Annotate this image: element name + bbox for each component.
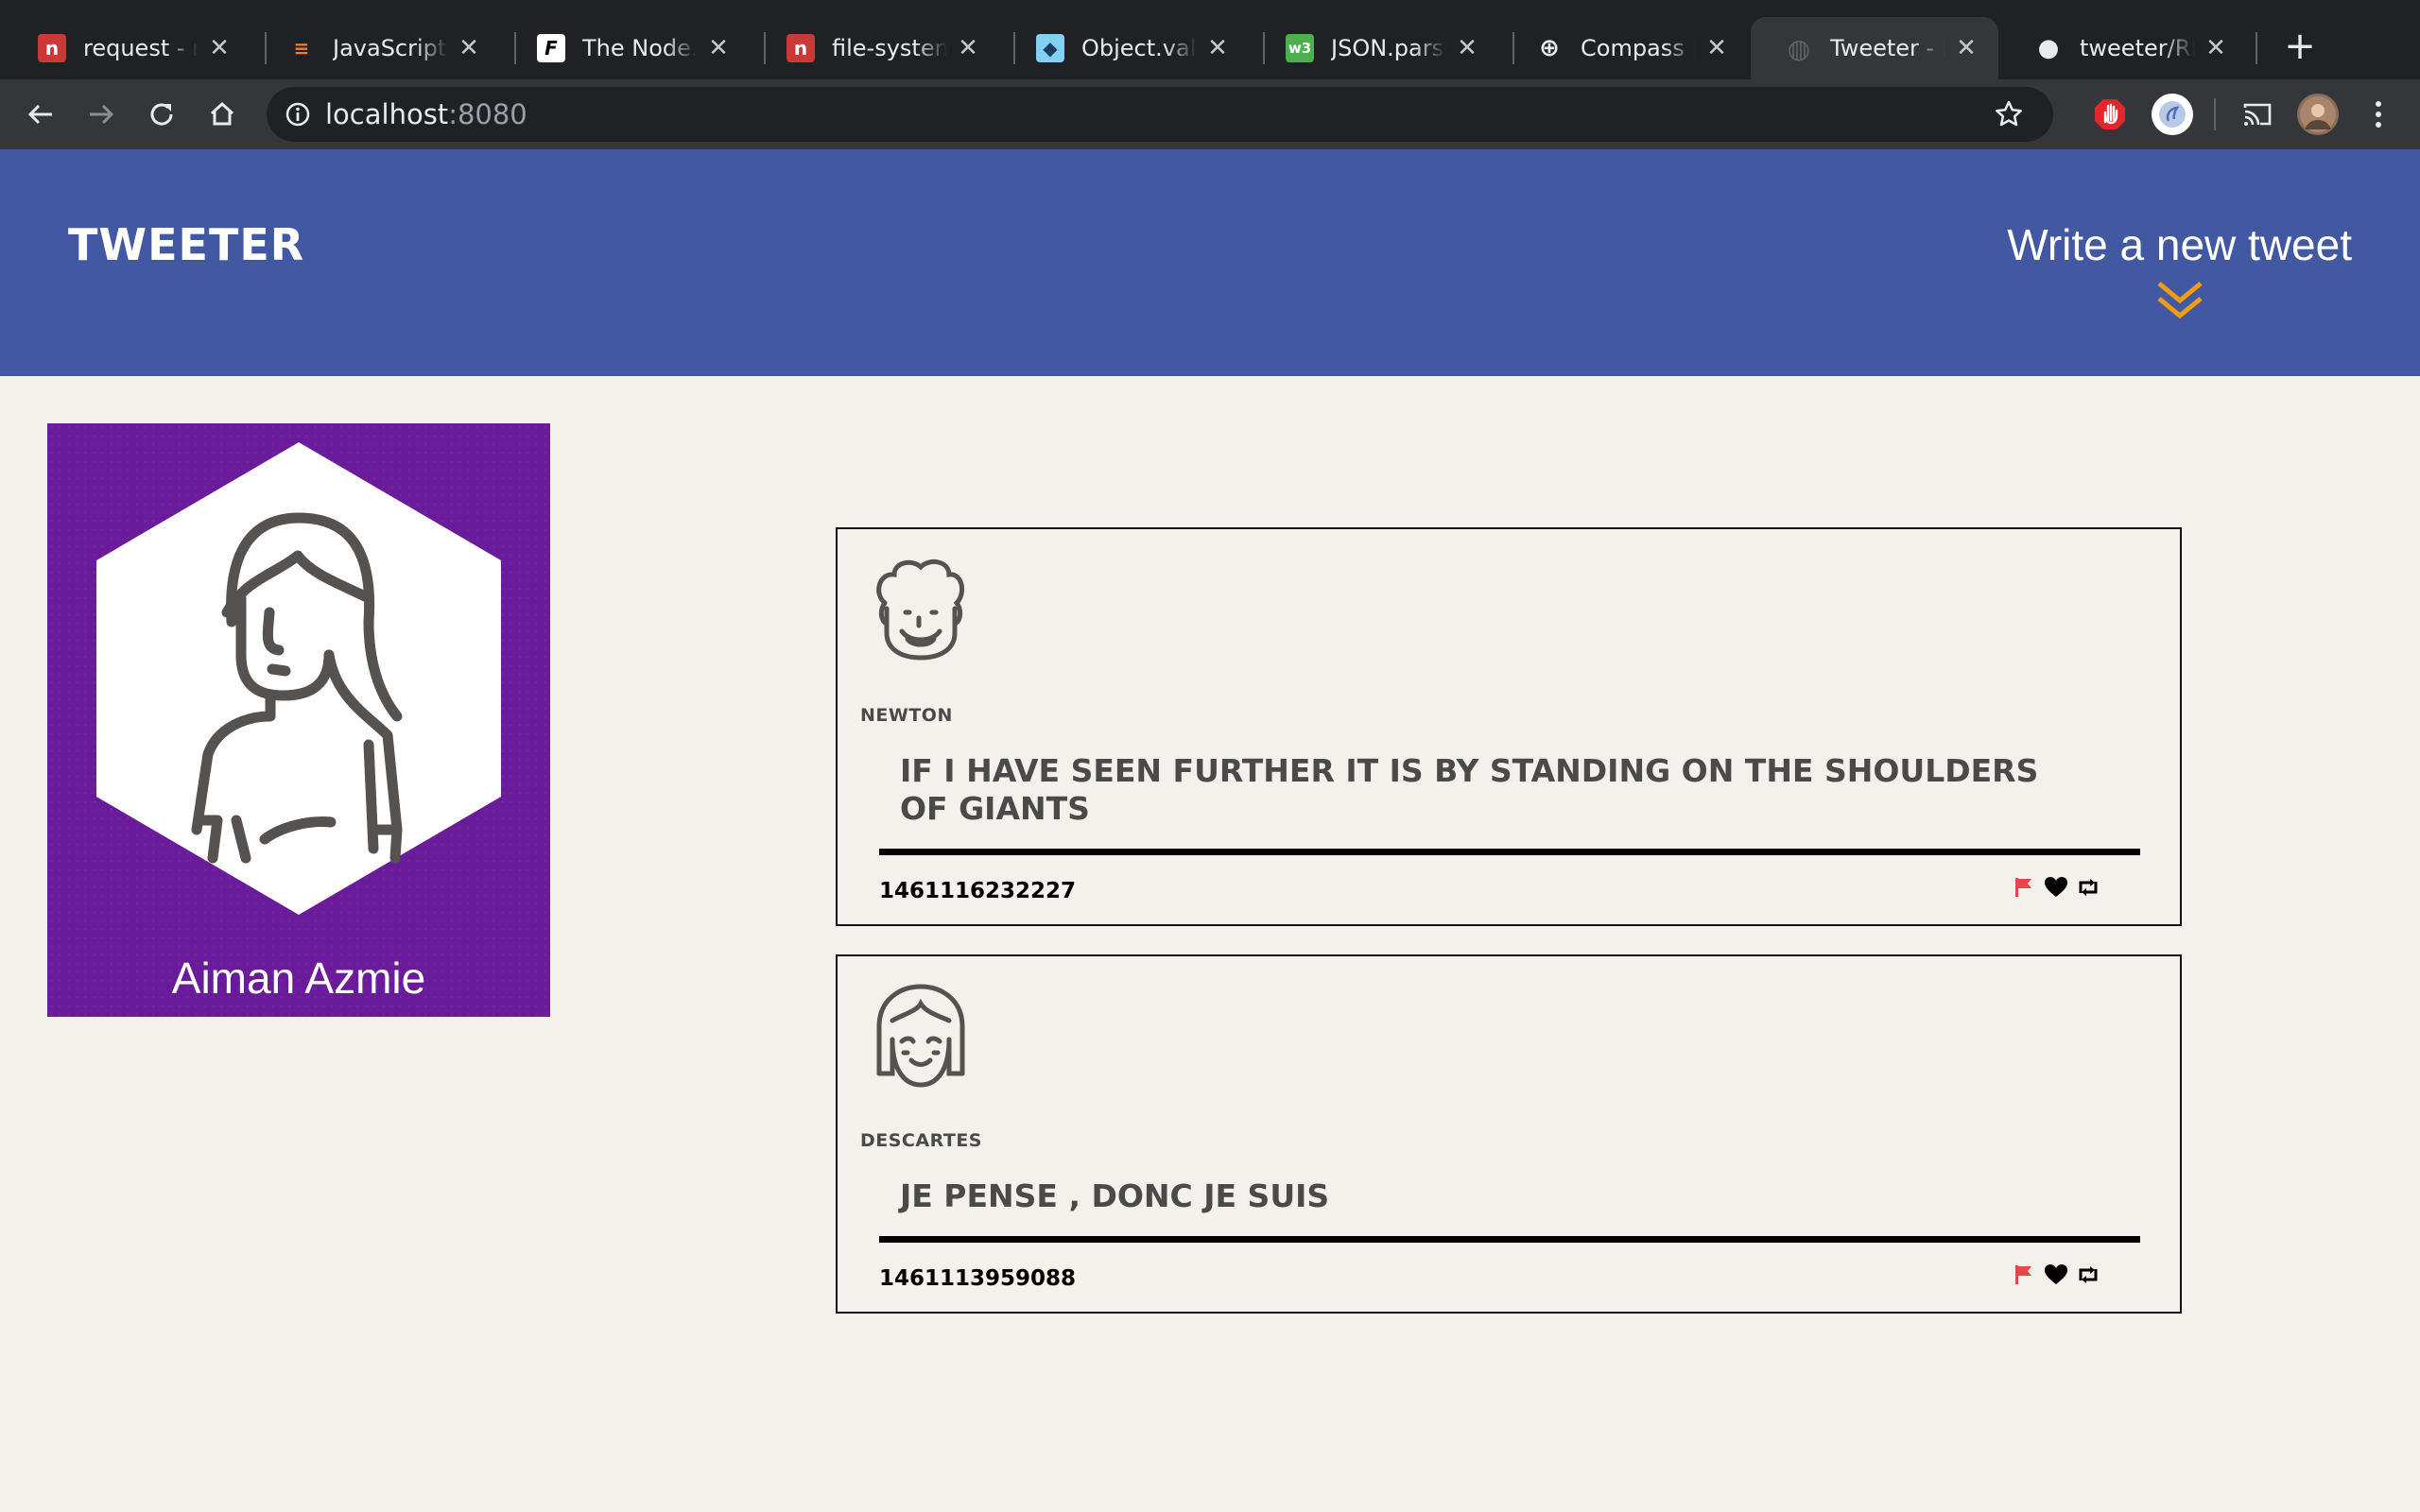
retweet-icon <box>2079 879 2098 896</box>
tab-title: JSON.parse() <box>1331 35 1446 61</box>
tweet-content: Je pense , donc je suis <box>900 1177 1330 1214</box>
reload-button[interactable] <box>140 93 183 136</box>
tweet-content: If I have seen further it is by standing… <box>900 752 2039 827</box>
profile-avatar-button[interactable] <box>2297 94 2339 135</box>
address-bar[interactable]: localhost:8080 <box>267 87 2053 142</box>
browser-tab-file-system[interactable]: n file-system - npm ✕ <box>752 17 1000 79</box>
cast-icon <box>2243 103 2272 126</box>
tab-close-icon[interactable]: ✕ <box>1204 34 1231 62</box>
tab-close-icon[interactable]: ✕ <box>1953 34 1979 62</box>
retweet-button[interactable] <box>2076 875 2100 900</box>
stop-hand-icon <box>2095 99 2125 129</box>
user-profile-card: Aiman Azmie <box>47 423 550 1017</box>
browser-tab-nodejs-way[interactable]: F The Node.js Way ✕ <box>503 17 751 79</box>
cast-button[interactable] <box>2237 94 2278 135</box>
flag-icon <box>2015 878 2031 897</box>
tab-separator <box>2256 32 2257 64</box>
browser-tab-json-parse[interactable]: w3 JSON.parse() ✕ <box>1252 17 1499 79</box>
double-chevron-down-icon <box>2157 282 2203 319</box>
flag-icon <box>2015 1265 2031 1284</box>
heart-icon <box>2045 1264 2067 1284</box>
browser-menu-button[interactable] <box>2358 94 2399 135</box>
browser-toolbar: localhost:8080 <box>0 79 2420 149</box>
tab-close-icon[interactable]: ✕ <box>705 34 732 62</box>
new-tab-button[interactable]: + <box>2278 25 2322 68</box>
tab-close-icon[interactable]: ✕ <box>2203 34 2229 62</box>
user-photo-icon <box>2300 96 2336 132</box>
tweet-timestamp: 1461113959088 <box>879 1266 1077 1291</box>
tweet-divider <box>879 849 2140 855</box>
tab-title: request - npm <box>83 35 199 61</box>
tweet-actions <box>2012 875 2100 900</box>
github-favicon-icon: ● <box>2037 34 2060 62</box>
compass-favicon-icon: ⊕ <box>1539 34 1560 62</box>
tab-title: The Node.js Way <box>582 35 698 61</box>
home-button[interactable] <box>200 93 244 136</box>
stackoverflow-favicon-icon: ≡ <box>293 37 310 60</box>
tab-close-icon[interactable]: ✕ <box>456 34 482 62</box>
curly-hair-man-avatar-icon <box>876 558 965 661</box>
bob-hair-girl-avatar-icon <box>876 984 965 1088</box>
flag-button[interactable] <box>2012 1263 2036 1287</box>
extension-logo-icon <box>2159 101 2186 128</box>
compose-toggle-button[interactable]: Write a new tweet <box>2007 219 2352 321</box>
info-icon[interactable] <box>284 100 312 129</box>
browser-tab-compass[interactable]: ⊕ Compass | The ✕ <box>1501 17 1749 79</box>
site-header: Tweeter Write a new tweet <box>0 149 2420 376</box>
heart-icon <box>2045 877 2067 897</box>
tab-title: JavaScript Closures <box>333 35 448 61</box>
tab-close-icon[interactable]: ✕ <box>206 34 233 62</box>
retweet-button[interactable] <box>2076 1263 2100 1287</box>
tweet-timestamp: 1461116232227 <box>879 879 1077 903</box>
browser-tab-tweeter[interactable]: ◍ Tweeter - Home Page ✕ <box>1751 17 1998 79</box>
star-icon <box>1996 100 2022 127</box>
bookmark-star-button[interactable] <box>1987 93 2031 136</box>
npm-favicon-icon: n <box>786 34 815 62</box>
tab-close-icon[interactable]: ✕ <box>1703 34 1730 62</box>
tab-title: tweeter/README.md <box>2080 35 2195 61</box>
tab-title: Tweeter - Home Page <box>1830 35 1945 61</box>
site-logo[interactable]: Tweeter <box>68 219 304 270</box>
flag-button[interactable] <box>2012 875 2036 900</box>
tweet-author-handle: Descartes <box>860 1130 982 1151</box>
arrow-left-icon <box>27 104 52 125</box>
home-icon <box>210 101 234 126</box>
tab-title: file-system - npm <box>832 35 947 61</box>
globe-favicon-icon: ◍ <box>1787 32 1811 64</box>
reload-icon <box>150 103 173 126</box>
tweet-card: Descartes Je pense , donc je suis 146111… <box>836 954 2182 1314</box>
kebab-menu-icon <box>2376 101 2381 128</box>
like-button[interactable] <box>2044 1263 2068 1287</box>
w3schools-favicon-icon: w3 <box>1286 34 1314 62</box>
pocket-extension-button[interactable] <box>2152 94 2193 135</box>
npm-favicon-icon: n <box>38 34 66 62</box>
like-button[interactable] <box>2044 875 2068 900</box>
url-text: localhost:8080 <box>325 98 527 130</box>
tweet-divider <box>879 1236 2140 1243</box>
retweet-icon <box>2079 1266 2098 1283</box>
tweet-author-handle: Newton <box>860 705 953 726</box>
browser-tab-object-values[interactable]: ◆ Object.values() ✕ <box>1002 17 1250 79</box>
mdn-favicon-icon: ◆ <box>1036 34 1064 62</box>
tab-close-icon[interactable]: ✕ <box>955 34 981 62</box>
tweet-card: Newton If I have seen further it is by s… <box>836 527 2182 926</box>
toolbar-separator <box>2214 98 2216 130</box>
adblock-extension-button[interactable] <box>2089 94 2131 135</box>
compose-label: Write a new tweet <box>2007 220 2352 269</box>
browser-tab-javascript[interactable]: ≡ JavaScript Closures ✕ <box>253 17 501 79</box>
profile-name: Aiman Azmie <box>171 954 426 1003</box>
fnode-favicon-icon: F <box>537 34 565 62</box>
arrow-right-icon <box>90 104 114 125</box>
tab-title: Object.values() <box>1081 35 1197 61</box>
browser-tab-request-npm[interactable]: n request - npm ✕ <box>4 17 251 79</box>
back-button[interactable] <box>19 93 62 136</box>
browser-tab-strip: n request - npm ✕ ≡ JavaScript Closures … <box>0 0 2420 79</box>
browser-tab-github-readme[interactable]: ● tweeter/README.md ✕ <box>2000 17 2248 79</box>
forward-button[interactable] <box>79 93 123 136</box>
tab-close-icon[interactable]: ✕ <box>1454 34 1480 62</box>
tweet-actions <box>2012 1263 2100 1287</box>
tab-title: Compass | The <box>1581 35 1696 61</box>
user-avatar <box>96 442 501 915</box>
